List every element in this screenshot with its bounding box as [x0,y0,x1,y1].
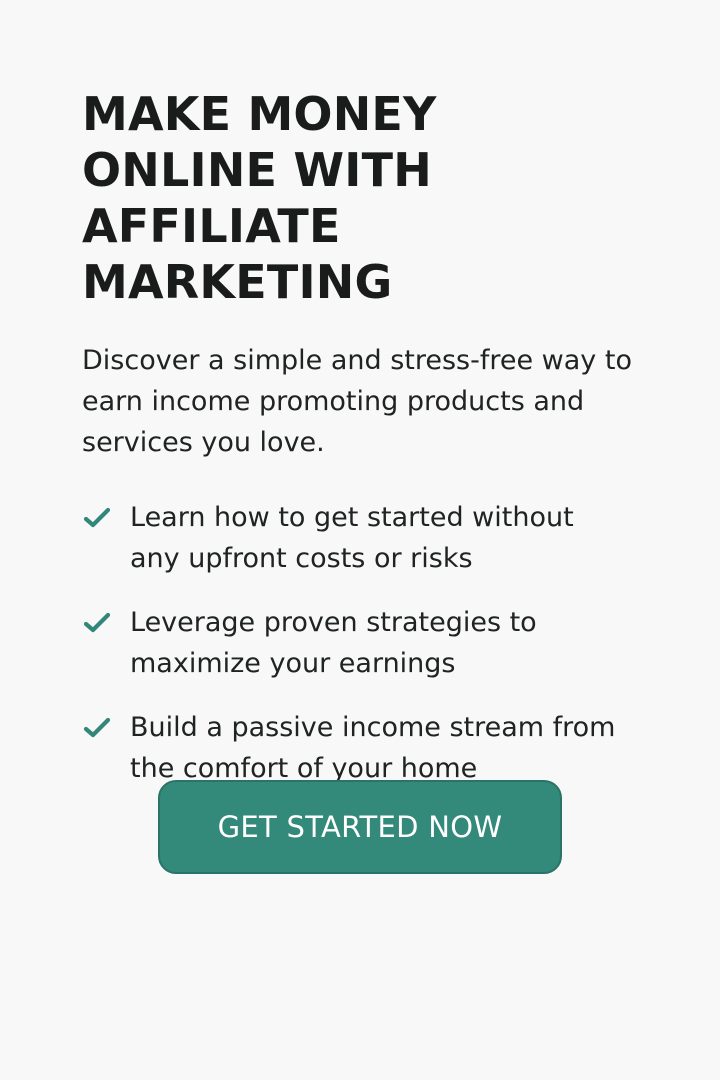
landing-page: MAKE MONEY ONLINE WITH AFFILIATE MARKETI… [0,0,720,1080]
benefit-item: Leverage proven strategies to maximize y… [82,602,642,684]
check-icon [82,713,112,743]
benefits-list: Learn how to get started without any upf… [82,497,642,789]
benefit-item: Learn how to get started without any upf… [82,497,642,579]
check-icon [82,503,112,533]
benefit-text: Build a passive income stream from the c… [130,712,616,784]
benefit-text: Learn how to get started without any upf… [130,502,574,574]
check-icon [82,608,112,638]
cta-container: GET STARTED NOW [158,780,562,874]
intro-text: Discover a simple and stress-free way to… [82,345,632,458]
page-title: MAKE MONEY ONLINE WITH AFFILIATE MARKETI… [82,87,437,309]
get-started-button[interactable]: GET STARTED NOW [158,780,562,874]
benefit-text: Leverage proven strategies to maximize y… [130,607,537,679]
benefit-item: Build a passive income stream from the c… [82,707,642,789]
